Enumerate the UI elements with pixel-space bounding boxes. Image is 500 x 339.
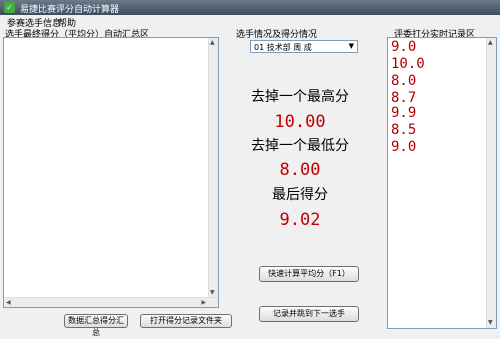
score-record-7: 9.0 (391, 139, 417, 155)
scroll-left-icon[interactable]: ◀ (6, 299, 11, 307)
scroll-right-icon[interactable]: ▶ (201, 299, 206, 307)
open-folder-button[interactable]: 打开得分记录文件夹 (140, 314, 232, 328)
chevron-down-icon[interactable]: ▼ (349, 42, 354, 50)
window-title: 易捷比赛评分自动计算器 (20, 5, 120, 15)
remove-highest-label: 去掉一个最高分 (251, 89, 349, 105)
score-record-5: 9.9 (391, 105, 417, 121)
middle-panel-label: 选手情况及得分情况 (235, 27, 319, 40)
quick-average-button[interactable]: 快速计算平均分（F1） (259, 266, 359, 282)
remove-lowest-value: 8.00 (279, 160, 321, 180)
vertical-scrollbar[interactable]: ▲ ▼ (208, 38, 218, 307)
menu-bar: 参赛选手信息 帮助 (0, 15, 500, 29)
record-next-button[interactable]: 记录并跳到下一选手 (259, 306, 359, 322)
app-icon: ✓ (4, 2, 15, 13)
scroll-down-icon[interactable]: ▼ (488, 319, 493, 327)
scroll-up-icon[interactable]: ▲ (488, 39, 493, 47)
scroll-up-icon[interactable]: ▲ (210, 39, 215, 47)
title-bar: ✓ 易捷比赛评分自动计算器 (0, 0, 500, 15)
horizontal-scrollbar[interactable]: ◀ ▶ (4, 297, 218, 307)
score-record-6: 8.5 (391, 122, 417, 138)
vertical-scrollbar[interactable]: ▲ ▼ (486, 38, 496, 328)
score-record-3: 8.0 (391, 73, 417, 89)
score-record-4: 8.7 (391, 90, 417, 106)
contestant-select-value: 01 技术部 周 成 (254, 43, 312, 52)
contestant-select[interactable]: 01 技术部 周 成 ▼ (250, 40, 358, 53)
remove-lowest-label: 去掉一个最低分 (251, 138, 349, 154)
final-score-label: 最后得分 (272, 187, 328, 203)
remove-highest-value: 10.00 (274, 112, 326, 132)
summary-textarea[interactable]: ▲ ▼ ◀ ▶ (3, 37, 219, 308)
scroll-down-icon[interactable]: ▼ (210, 289, 215, 297)
score-record-1: 9.0 (391, 39, 417, 55)
final-score-value: 9.02 (279, 210, 321, 230)
summary-button[interactable]: 数据汇总得分汇总 (64, 314, 128, 337)
score-record-2: 10.0 (391, 56, 425, 72)
